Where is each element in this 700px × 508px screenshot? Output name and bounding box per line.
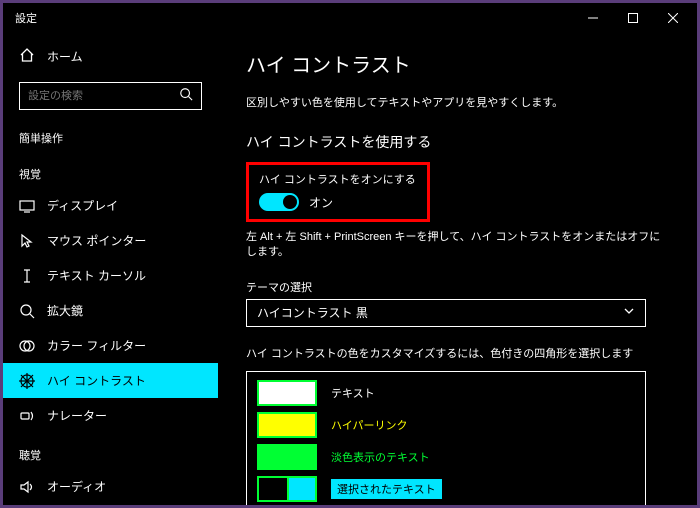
chevron-down-icon [623,305,635,320]
magnifier-icon [19,303,35,319]
swatch-row-text: テキスト [257,380,635,406]
toggle-row: オン [259,193,417,211]
color-swatch-grid: テキスト ハイパーリンク 淡色表示のテキスト 選択されたテキスト [246,371,646,505]
swatch-row-selected: 選択されたテキスト [257,476,635,502]
swatch-label-disabled: 淡色表示のテキスト [331,449,430,465]
sidebar-item-display[interactable]: ディスプレイ [3,188,218,223]
audio-icon [19,479,35,495]
theme-select[interactable]: ハイコントラスト 黒 [246,299,646,327]
search-icon [179,87,193,106]
window-body: ホーム 簡単操作 視覚 ディスプレイ マウス ポインター テキスト カーソル [3,33,697,505]
sidebar-item-label: ハイ コントラスト [47,372,146,389]
home-label: ホーム [47,48,83,65]
swatch-row-disabled: 淡色表示のテキスト [257,444,635,470]
sidebar-item-audio[interactable]: オーディオ [3,469,218,504]
swatch-label-hyperlink: ハイパーリンク [331,417,408,433]
use-section-title: ハイ コントラストを使用する [246,132,669,152]
search-input[interactable] [28,90,179,102]
sidebar-item-label: マウス ポインター [47,232,146,249]
sidebar-item-color-filters[interactable]: カラー フィルター [3,328,218,363]
sidebar-item-high-contrast[interactable]: ハイ コントラスト [3,363,218,398]
sidebar-item-magnifier[interactable]: 拡大鏡 [3,293,218,328]
mouse-pointer-icon [19,233,35,249]
group-vision: 視覚 [3,152,218,188]
home-link[interactable]: ホーム [3,41,218,72]
swatch-label-selected: 選択されたテキスト [331,479,442,499]
swatch-selected-text[interactable] [257,476,317,502]
sidebar-item-label: ディスプレイ [47,197,118,214]
toggle-label: ハイ コントラストをオンにする [259,171,417,187]
sidebar-item-label: ナレーター [47,407,107,424]
title-bar: 設定 [3,3,697,33]
sidebar-item-label: 拡大鏡 [47,302,83,319]
swatch-row-hyperlink: ハイパーリンク [257,412,635,438]
window-title: 設定 [15,10,37,26]
narrator-icon [19,408,35,424]
swatch-hyperlink[interactable] [257,412,317,438]
sidebar: ホーム 簡単操作 視覚 ディスプレイ マウス ポインター テキスト カーソル [3,33,218,505]
high-contrast-toggle[interactable] [259,193,299,211]
swatch-disabled-text[interactable] [257,444,317,470]
category-label: 簡単操作 [3,124,218,152]
home-icon [19,47,35,66]
settings-window: 設定 ホーム 簡単操作 視覚 ディスプレイ マウス [3,3,697,505]
high-contrast-icon [19,373,35,389]
sidebar-item-label: カラー フィルター [47,337,146,354]
maximize-button[interactable] [613,4,653,32]
theme-label: テーマの選択 [246,279,669,295]
toggle-knob [283,195,297,209]
page-title: ハイ コントラスト [246,49,669,78]
window-controls [573,4,693,32]
swatch-label-text: テキスト [331,385,375,401]
highlighted-toggle-area: ハイ コントラストをオンにする オン [246,162,430,222]
toggle-state: オン [309,194,333,211]
sidebar-item-mouse-pointer[interactable]: マウス ポインター [3,223,218,258]
content-pane: ハイ コントラスト 区別しやすい色を使用してテキストやアプリを見やすくします。 … [218,33,697,505]
shortcut-hint: 左 Alt + 左 Shift + PrintScreen キーを押して、ハイ … [246,230,666,261]
color-filters-icon [19,338,35,354]
customize-hint: ハイ コントラストの色をカスタマイズするには、色付きの四角形を選択します [246,345,669,361]
theme-value: ハイコントラスト 黒 [257,304,368,321]
close-button[interactable] [653,4,693,32]
sidebar-item-text-cursor[interactable]: テキスト カーソル [3,258,218,293]
search-box[interactable] [19,82,202,110]
sidebar-item-label: テキスト カーソル [47,267,146,284]
page-description: 区別しやすい色を使用してテキストやアプリを見やすくします。 [246,94,669,110]
text-cursor-icon [19,268,35,284]
swatch-text[interactable] [257,380,317,406]
sidebar-item-narrator[interactable]: ナレーター [3,398,218,433]
minimize-button[interactable] [573,4,613,32]
sidebar-item-label: オーディオ [47,478,106,495]
group-hearing: 聴覚 [3,433,218,469]
display-icon [19,198,35,214]
